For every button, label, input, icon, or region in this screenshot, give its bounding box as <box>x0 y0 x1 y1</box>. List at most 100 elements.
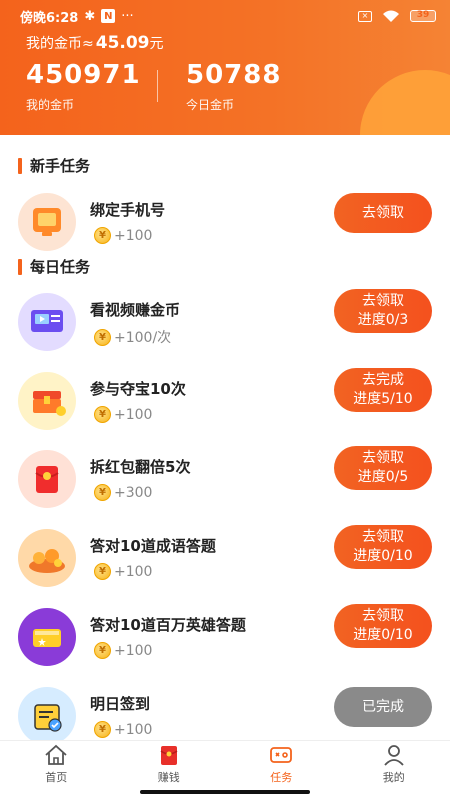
task-million-hero-quiz: 答对10道百万英雄答题 ¥ +100 去领取进度0/10 <box>0 604 450 678</box>
completed-button[interactable]: 已完成 <box>334 687 432 727</box>
battery-icon: 39 <box>410 10 436 22</box>
button-progress: 进度0/5 <box>357 469 409 485</box>
task-reward: ¥ +100 <box>94 642 152 659</box>
tab-label: 任务 <box>270 771 293 784</box>
red-envelope-icon <box>18 450 76 508</box>
stat-divider <box>157 70 158 102</box>
coin-icon: ¥ <box>94 406 111 423</box>
my-coins-value: 450971 <box>26 60 141 90</box>
my-coins-stat: 450971 我的金币 <box>26 60 141 113</box>
tab-label: 首页 <box>45 771 68 784</box>
task-watch-video: 看视频赚金币 ¥ +100/次 去领取进度0/3 <box>0 289 450 363</box>
profile-icon <box>384 745 404 766</box>
million-hero-icon <box>18 608 76 666</box>
reward-value: +100 <box>114 642 153 659</box>
bluetooth-icon: ✱ <box>84 8 96 24</box>
section-newbie: 新手任务 <box>18 155 90 176</box>
tab-profile[interactable]: 我的 <box>338 741 450 800</box>
reward-value: +100 <box>114 227 153 244</box>
wallet-header: 傍晚6:28 ✱ N ··· × 39 我的金币≈ 45.09 元 450971… <box>0 0 450 135</box>
section-newbie-title: 新手任务 <box>30 157 91 175</box>
section-bar <box>18 157 22 174</box>
reward-value: +100 <box>114 406 153 423</box>
today-coins-label: 今日金币 <box>186 98 235 112</box>
claim-button[interactable]: 去领取进度0/3 <box>334 289 432 333</box>
wifi-icon <box>383 10 399 22</box>
button-label: 去领取 <box>362 608 404 624</box>
complete-button[interactable]: 去完成进度5/10 <box>334 368 432 412</box>
calendar-check-icon <box>18 687 76 745</box>
tab-label: 我的 <box>382 771 405 784</box>
section-bar <box>18 258 22 275</box>
section-daily-title: 每日任务 <box>30 258 91 276</box>
today-coins-value: 50788 <box>186 60 282 90</box>
coin-icon: ¥ <box>94 227 111 244</box>
coin-icon: ¥ <box>94 721 111 738</box>
task-red-envelope: 拆红包翻倍5次 ¥ +300 去领取进度0/5 <box>0 446 450 520</box>
treasure-chest-icon <box>18 372 76 430</box>
button-label: 去完成 <box>362 372 404 388</box>
task-bind-phone: 绑定手机号 ¥ +100 去领取 <box>0 193 450 263</box>
coin-icon: ¥ <box>94 642 111 659</box>
task-name: 参与夺宝10次 <box>90 380 186 398</box>
task-name: 看视频赚金币 <box>90 301 181 319</box>
claim-button[interactable]: 去领取进度0/10 <box>334 604 432 648</box>
claim-button[interactable]: 去领取进度0/10 <box>334 525 432 569</box>
idiom-quiz-icon <box>18 529 76 587</box>
sim-icon: × <box>358 10 372 22</box>
task-name: 明日签到 <box>90 695 151 713</box>
section-daily: 每日任务 <box>18 256 90 277</box>
home-icon <box>45 744 67 765</box>
button-label: 去领取 <box>362 529 404 545</box>
task-reward: ¥ +100/次 <box>94 327 171 347</box>
decorative-circle <box>360 70 450 135</box>
status-time: 傍晚6:28 <box>20 10 79 26</box>
red-envelope-icon <box>160 746 178 765</box>
home-indicator <box>140 790 310 794</box>
button-label: 去领取 <box>362 293 404 309</box>
claim-button[interactable]: 去领取 <box>334 193 432 233</box>
coin-icon: ¥ <box>94 484 111 501</box>
coin-icon: ¥ <box>94 328 111 346</box>
button-progress: 进度0/3 <box>357 312 409 328</box>
button-progress: 进度5/10 <box>353 391 413 407</box>
task-idiom-quiz: 答对10道成语答题 ¥ +100 去领取进度0/10 <box>0 525 450 599</box>
coin-equivalent: 我的金币≈ 45.09 元 <box>26 33 164 53</box>
today-coins-stat: 50788 今日金币 <box>186 60 281 113</box>
reward-value: +300 <box>114 484 153 501</box>
coin-equivalent-unit: 元 <box>149 36 164 52</box>
coin-equivalent-value: 45.09 <box>95 33 150 53</box>
button-progress: 进度0/10 <box>353 548 413 564</box>
bottom-tab-bar: 首页 赚钱 任务 我的 <box>0 740 450 800</box>
task-icon <box>270 747 293 763</box>
button-label: 去领取 <box>362 450 404 466</box>
my-coins-label: 我的金币 <box>26 98 75 112</box>
task-name: 答对10道百万英雄答题 <box>90 616 246 634</box>
task-list: 新手任务 绑定手机号 ¥ +100 去领取 每日任务 看视频赚金币 ¥ +100/次… <box>0 135 450 745</box>
tab-home[interactable]: 首页 <box>0 741 113 800</box>
task-reward: ¥ +100 <box>94 721 152 738</box>
button-label: 去领取 <box>362 204 404 221</box>
task-name: 答对10道成语答题 <box>90 537 216 555</box>
reward-value: +100/次 <box>114 330 172 346</box>
video-icon <box>18 293 76 351</box>
nfc-icon: N <box>101 9 116 23</box>
phone-icon <box>18 193 76 251</box>
reward-value: +100 <box>114 563 153 580</box>
task-name: 拆红包翻倍5次 <box>90 458 191 476</box>
coin-equivalent-label: 我的金币≈ <box>26 36 94 52</box>
reward-value: +100 <box>114 721 153 738</box>
claim-button[interactable]: 去领取进度0/5 <box>334 446 432 490</box>
task-treasure: 参与夺宝10次 ¥ +100 去完成进度5/10 <box>0 368 450 442</box>
task-reward: ¥ +100 <box>94 406 152 423</box>
task-reward: ¥ +100 <box>94 563 152 580</box>
button-label: 已完成 <box>362 698 404 715</box>
button-progress: 进度0/10 <box>353 627 413 643</box>
task-reward: ¥ +100 <box>94 227 152 244</box>
coin-icon: ¥ <box>94 563 111 580</box>
more-dots: ··· <box>121 8 134 24</box>
status-bar: 傍晚6:28 ✱ N ··· × 39 <box>20 6 436 26</box>
tab-label: 赚钱 <box>157 771 180 784</box>
task-name: 绑定手机号 <box>90 201 166 219</box>
task-reward: ¥ +300 <box>94 484 152 501</box>
